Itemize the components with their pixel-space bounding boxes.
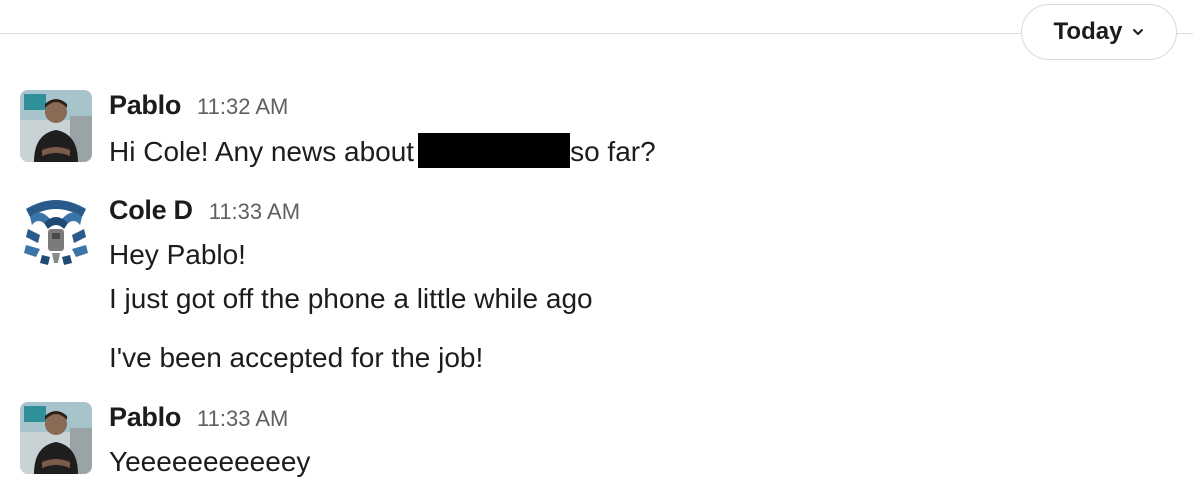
message-timestamp[interactable]: 11:33 AM — [209, 199, 300, 225]
sender-name[interactable]: Cole D — [109, 195, 193, 226]
message-text-part: Hi Cole! Any news about — [109, 136, 415, 167]
message-text: I just got off the phone a little while … — [109, 283, 593, 314]
sender-name[interactable]: Pablo — [109, 402, 181, 433]
sender-name[interactable]: Pablo — [109, 90, 181, 121]
message-text-part: so far? — [570, 136, 656, 167]
message-text: Hey Pablo! — [109, 239, 246, 270]
chevron-down-icon — [1133, 29, 1144, 35]
redaction-box — [418, 133, 571, 168]
message-text: Hi Cole! Any news about so far? — [109, 133, 1173, 169]
day-jump-button[interactable]: Today — [1021, 4, 1177, 60]
avatar[interactable] — [20, 402, 92, 474]
message-text: I've been accepted for the job! — [109, 342, 484, 373]
pablo-avatar-icon — [20, 402, 92, 474]
day-label: Today — [1053, 18, 1123, 45]
day-divider-line — [0, 33, 1193, 34]
cole-avatar-icon — [20, 195, 92, 267]
message-text: Yeeeeeeeeeeey — [109, 446, 311, 477]
message-timestamp[interactable]: 11:32 AM — [197, 94, 288, 120]
avatar[interactable] — [20, 195, 92, 267]
avatar[interactable] — [20, 90, 92, 162]
message-timestamp[interactable]: 11:33 AM — [197, 406, 288, 432]
pablo-avatar-icon — [20, 90, 92, 162]
